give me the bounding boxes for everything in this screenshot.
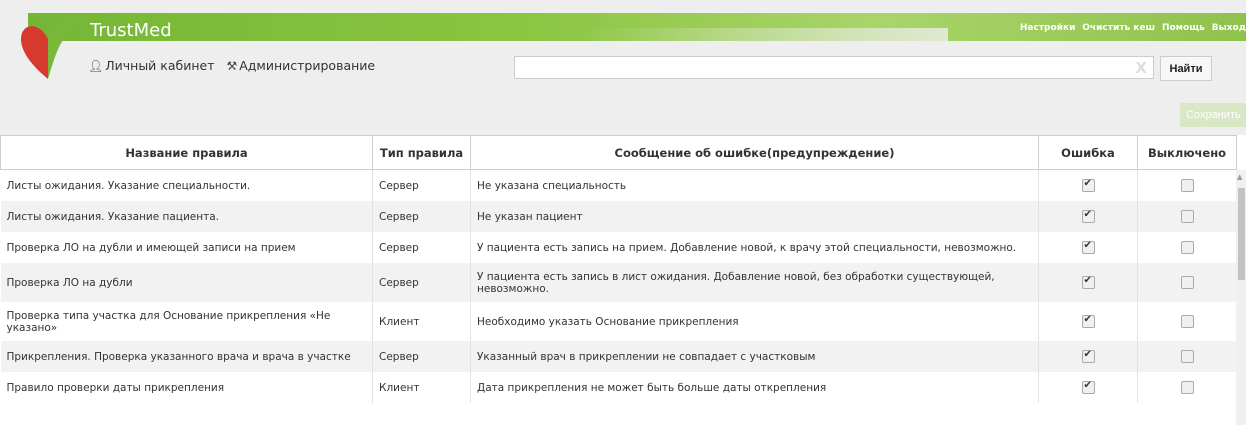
disabled-checkbox[interactable] — [1180, 241, 1194, 254]
search-input[interactable] — [515, 57, 1119, 79]
admin-label: Администрирование — [239, 58, 376, 73]
cabinet-link[interactable]: 👤︎ Личный кабинет — [88, 58, 214, 73]
cabinet-label: Личный кабинет — [105, 58, 215, 73]
rule-type: Сервер — [372, 169, 471, 201]
tools-icon: ⚒ — [226, 59, 238, 73]
trustmed-logo — [21, 15, 76, 79]
rule-type: Сервер — [372, 341, 471, 372]
column-header-name[interactable]: Название правила — [0, 135, 373, 170]
rule-type: Сервер — [372, 263, 471, 302]
user-nav: 👤︎ Личный кабинет ⚒ Администрирование — [88, 58, 383, 73]
rule-message: Не указан пациент — [470, 201, 1039, 232]
error-checkbox[interactable] — [1081, 178, 1095, 192]
scroll-up-icon[interactable]: ▲ — [1237, 173, 1242, 181]
table-header-row: Название правила Тип правила Сообщение о… — [0, 135, 1237, 170]
rule-type: Клиент — [372, 302, 471, 341]
find-button[interactable]: Найти — [1160, 56, 1212, 81]
table-row[interactable]: Проверка ЛО на дубли и имеющей записи на… — [0, 232, 1237, 263]
rule-message: Дата прикрепления не может быть больше д… — [470, 372, 1039, 403]
column-header-type[interactable]: Тип правила — [372, 135, 471, 170]
app-name: TrustMed — [90, 20, 172, 41]
column-header-disabled[interactable]: Выключено — [1137, 135, 1237, 170]
error-checkbox[interactable] — [1081, 380, 1095, 394]
help-link[interactable]: Помощь — [1162, 23, 1205, 33]
app-header: TrustMed Настройки Очистить кеш Помощь В… — [0, 0, 1246, 135]
user-icon: 👤︎ — [88, 59, 104, 73]
clear-search-icon[interactable]: X — [1135, 59, 1147, 77]
column-header-message[interactable]: Сообщение об ошибке(предупреждение) — [470, 135, 1039, 170]
rule-name: Листы ожидания. Указание специальности. — [0, 169, 373, 201]
table-row[interactable]: Листы ожидания. Указание пациента. Серве… — [0, 201, 1237, 232]
rule-message: Необходимо указать Основание прикреплени… — [470, 302, 1039, 341]
disabled-checkbox[interactable] — [1180, 179, 1194, 192]
disabled-checkbox[interactable] — [1180, 276, 1194, 289]
error-checkbox[interactable] — [1081, 240, 1095, 254]
error-checkbox[interactable] — [1081, 314, 1095, 328]
rule-name: Листы ожидания. Указание пациента. — [0, 201, 373, 232]
vertical-scrollbar[interactable]: ▲ — [1236, 170, 1246, 425]
disabled-checkbox[interactable] — [1180, 381, 1194, 394]
clear-cache-link[interactable]: Очистить кеш — [1082, 23, 1155, 33]
rule-type: Сервер — [372, 201, 471, 232]
admin-link[interactable]: ⚒ Администрирование — [226, 58, 375, 73]
top-links: Настройки Очистить кеш Помощь Выход — [1016, 23, 1246, 33]
logout-link[interactable]: Выход — [1212, 23, 1246, 33]
error-checkbox[interactable] — [1081, 349, 1095, 363]
rule-name: Проверка ЛО на дубли и имеющей записи на… — [0, 232, 373, 263]
rule-message: Указанный врач в прикреплении не совпада… — [470, 341, 1039, 372]
disabled-checkbox[interactable] — [1180, 315, 1194, 328]
disabled-checkbox[interactable] — [1180, 210, 1194, 223]
error-checkbox[interactable] — [1081, 275, 1095, 289]
table-row[interactable]: Листы ожидания. Указание специальности. … — [0, 169, 1237, 201]
scrollbar-thumb[interactable] — [1238, 188, 1245, 280]
error-checkbox[interactable] — [1081, 209, 1095, 223]
table-row[interactable]: Проверка ЛО на дубли Сервер У пациента е… — [0, 263, 1237, 302]
rule-name: Проверка типа участка для Основание прик… — [0, 302, 373, 341]
rule-message: У пациента есть запись на прием. Добавле… — [470, 232, 1039, 263]
rule-name: Прикрепления. Проверка указанного врача … — [0, 341, 373, 372]
rule-message: Не указана специальность — [470, 169, 1039, 201]
rule-name: Проверка ЛО на дубли — [0, 263, 373, 302]
table-row[interactable]: Проверка типа участка для Основание прик… — [0, 302, 1237, 341]
table-row[interactable]: Правило проверки даты прикрепления Клиен… — [0, 372, 1237, 403]
search-box: X — [514, 56, 1154, 79]
rule-message: У пациента есть запись в лист ожидания. … — [470, 263, 1039, 302]
table-row[interactable]: Прикрепления. Проверка указанного врача … — [0, 341, 1237, 372]
column-header-error[interactable]: Ошибка — [1038, 135, 1138, 170]
rules-table: Название правила Тип правила Сообщение о… — [0, 135, 1237, 403]
rule-type: Клиент — [372, 372, 471, 403]
rule-name: Правило проверки даты прикрепления — [0, 372, 373, 403]
save-button[interactable]: Сохранить — [1180, 103, 1246, 127]
rule-type: Сервер — [372, 232, 471, 263]
disabled-checkbox[interactable] — [1180, 350, 1194, 363]
settings-link[interactable]: Настройки — [1020, 23, 1076, 33]
